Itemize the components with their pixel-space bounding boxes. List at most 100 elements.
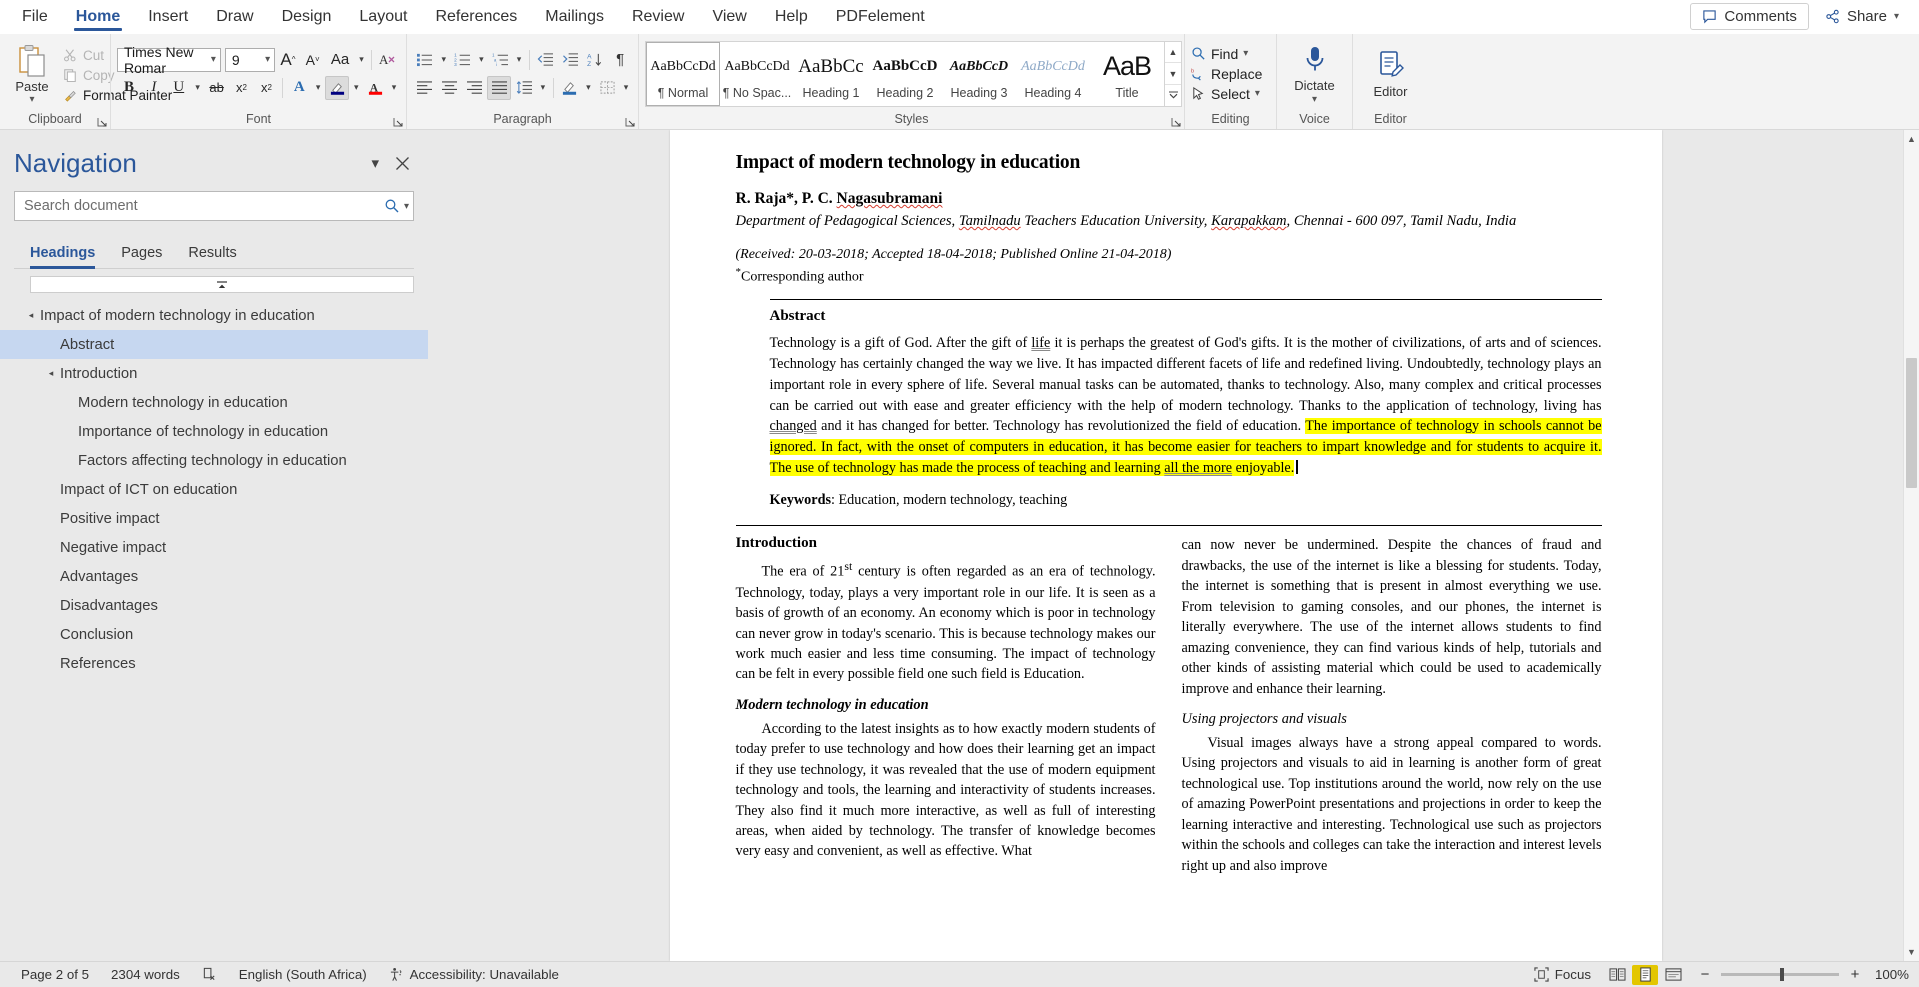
text-effects-button[interactable]: A	[287, 76, 311, 100]
bold-button[interactable]: B	[117, 76, 141, 100]
zoom-percentage[interactable]: 100%	[1871, 967, 1909, 982]
paste-chevron-down-icon[interactable]: ▾	[29, 94, 34, 105]
tab-layout[interactable]: Layout	[345, 4, 421, 34]
align-center-icon[interactable]	[438, 76, 462, 100]
font-name-combobox[interactable]: Times New Romar ▾	[117, 44, 221, 76]
zoom-in-button[interactable]: +	[1848, 966, 1862, 983]
nav-tab-headings[interactable]: Headings	[30, 245, 96, 269]
tab-pdfelement[interactable]: PDFelement	[822, 4, 939, 34]
nav-heading-advantages[interactable]: Advantages	[0, 562, 428, 591]
nav-heading-disadvantages[interactable]: Disadvantages	[0, 591, 428, 620]
align-left-icon[interactable]	[413, 76, 437, 100]
nav-heading-importance[interactable]: Importance of technology in education	[0, 417, 428, 446]
grow-font-icon[interactable]: A ^	[276, 48, 300, 72]
document-canvas[interactable]: Impact of modern technology in education…	[428, 130, 1903, 961]
increase-indent-icon[interactable]	[559, 48, 583, 72]
shading-chevron-down-icon[interactable]: ▾	[582, 76, 594, 100]
print-layout-button[interactable]	[1632, 964, 1658, 985]
text-effects-chevron-down-icon[interactable]: ▾	[312, 76, 324, 100]
paste-button[interactable]: Paste ▾	[6, 42, 58, 105]
nav-heading-negative-impact[interactable]: Negative impact	[0, 533, 428, 562]
abstract-paragraph[interactable]: Technology is a gift of God. After the g…	[769, 333, 1602, 478]
clipboard-dialog-launcher-icon[interactable]	[96, 116, 108, 128]
multilevel-chevron-down-icon[interactable]: ▾	[513, 48, 525, 72]
shading-icon[interactable]	[558, 76, 582, 100]
zoom-slider-thumb[interactable]	[1780, 968, 1784, 981]
italic-button[interactable]: I	[142, 76, 166, 100]
more-styles-icon[interactable]	[1165, 85, 1181, 106]
navigation-search-box[interactable]: ▾	[14, 191, 414, 221]
pilcrow-icon[interactable]: ¶	[608, 48, 632, 72]
numbering-chevron-down-icon[interactable]: ▾	[475, 48, 487, 72]
zoom-out-button[interactable]: −	[1698, 966, 1712, 983]
navigation-collapse-chevron-down-icon[interactable]: ▾	[371, 156, 379, 171]
tab-home[interactable]: Home	[62, 4, 134, 34]
scroll-to-top-icon[interactable]	[30, 276, 414, 293]
decrease-indent-icon[interactable]	[534, 48, 558, 72]
word-count[interactable]: 2304 words	[100, 967, 191, 982]
tab-design[interactable]: Design	[268, 4, 346, 34]
nav-heading-modern-technology[interactable]: Modern technology in education	[0, 388, 428, 417]
tab-draw[interactable]: Draw	[202, 4, 267, 34]
underline-button[interactable]: U	[167, 76, 191, 100]
tab-file[interactable]: File	[8, 4, 62, 34]
strikethrough-button[interactable]: ab	[205, 76, 229, 100]
comments-button[interactable]: Comments	[1690, 3, 1809, 30]
editor-button[interactable]: Editor	[1360, 49, 1422, 99]
share-button[interactable]: Share ▾	[1817, 4, 1907, 29]
multilevel-list-icon[interactable]: 1ai	[488, 48, 512, 72]
tab-insert[interactable]: Insert	[134, 4, 202, 34]
navigation-close-icon[interactable]	[395, 156, 410, 171]
paragraph-dialog-launcher-icon[interactable]	[624, 116, 636, 128]
chevron-down-icon[interactable]: ▼	[1165, 63, 1181, 85]
style-normal[interactable]: AaBbCcDd ¶ Normal	[646, 41, 720, 106]
change-case-button[interactable]: Aa	[325, 48, 354, 72]
replace-button[interactable]: b Replace	[1191, 66, 1262, 82]
nav-heading-root[interactable]: ◂ Impact of modern technology in educati…	[0, 301, 428, 330]
scroll-down-arrow-icon[interactable]: ▼	[1904, 943, 1919, 961]
nav-heading-abstract[interactable]: Abstract	[0, 330, 428, 359]
style-heading-4[interactable]: AaBbCcDd Heading 4	[1016, 42, 1090, 106]
tab-mailings[interactable]: Mailings	[531, 4, 618, 34]
highlight-chevron-down-icon[interactable]: ▾	[350, 76, 362, 100]
accessibility-status[interactable]: Accessibility: Unavailable	[378, 967, 570, 982]
scrollbar-track[interactable]	[1904, 148, 1919, 943]
style-title[interactable]: AaB Title	[1090, 42, 1164, 106]
zoom-slider[interactable]	[1721, 968, 1839, 981]
tab-references[interactable]: References	[421, 4, 531, 34]
bullet-list-icon[interactable]	[413, 48, 437, 72]
chevron-up-icon[interactable]: ▲	[1165, 42, 1181, 64]
tab-review[interactable]: Review	[618, 4, 698, 34]
styles-dialog-launcher-icon[interactable]	[1170, 116, 1182, 128]
web-layout-button[interactable]	[1660, 965, 1686, 985]
font-dialog-launcher-icon[interactable]	[392, 116, 404, 128]
document-scrollbar[interactable]: ▲ ▼	[1903, 130, 1919, 961]
search-icon[interactable]	[384, 198, 400, 214]
chevron-down-icon[interactable]: ▾	[1894, 11, 1899, 22]
select-button[interactable]: Select ▾	[1191, 86, 1262, 102]
text-highlight-icon[interactable]	[325, 75, 350, 100]
modern-technology-paragraph[interactable]: According to the latest insights as to h…	[736, 719, 1156, 862]
tab-help[interactable]: Help	[761, 4, 822, 34]
nav-tab-pages[interactable]: Pages	[121, 245, 162, 268]
style-heading-3[interactable]: AaBbCcD Heading 3	[942, 42, 1016, 106]
nav-heading-positive-impact[interactable]: Positive impact	[0, 504, 428, 533]
find-button[interactable]: Find ▾	[1191, 46, 1262, 62]
line-spacing-chevron-down-icon[interactable]: ▾	[537, 76, 549, 100]
style-heading-2[interactable]: AaBbCcD Heading 2	[868, 42, 942, 106]
page-indicator[interactable]: Page 2 of 5	[10, 967, 100, 982]
shrink-font-icon[interactable]: A ˅	[301, 48, 325, 72]
right-column-paragraph[interactable]: can now never be undermined. Despite the…	[1182, 535, 1602, 699]
bullets-chevron-down-icon[interactable]: ▾	[438, 48, 450, 72]
font-color-button[interactable]: A	[363, 76, 387, 100]
nav-heading-impact-ict[interactable]: Impact of ICT on education	[0, 475, 428, 504]
style-heading-1[interactable]: AaBbCc Heading 1	[794, 42, 868, 106]
introduction-paragraph[interactable]: The era of 21st century is often regarde…	[736, 558, 1156, 684]
align-right-icon[interactable]	[463, 76, 487, 100]
projectors-paragraph[interactable]: Visual images always have a strong appea…	[1182, 733, 1602, 876]
nav-heading-factors[interactable]: Factors affecting technology in educatio…	[0, 446, 428, 475]
read-mode-button[interactable]	[1604, 965, 1630, 985]
clear-formatting-icon[interactable]: A	[376, 48, 400, 72]
dictate-chevron-down-icon[interactable]: ▾	[1312, 94, 1317, 105]
nav-tab-results[interactable]: Results	[188, 245, 236, 268]
